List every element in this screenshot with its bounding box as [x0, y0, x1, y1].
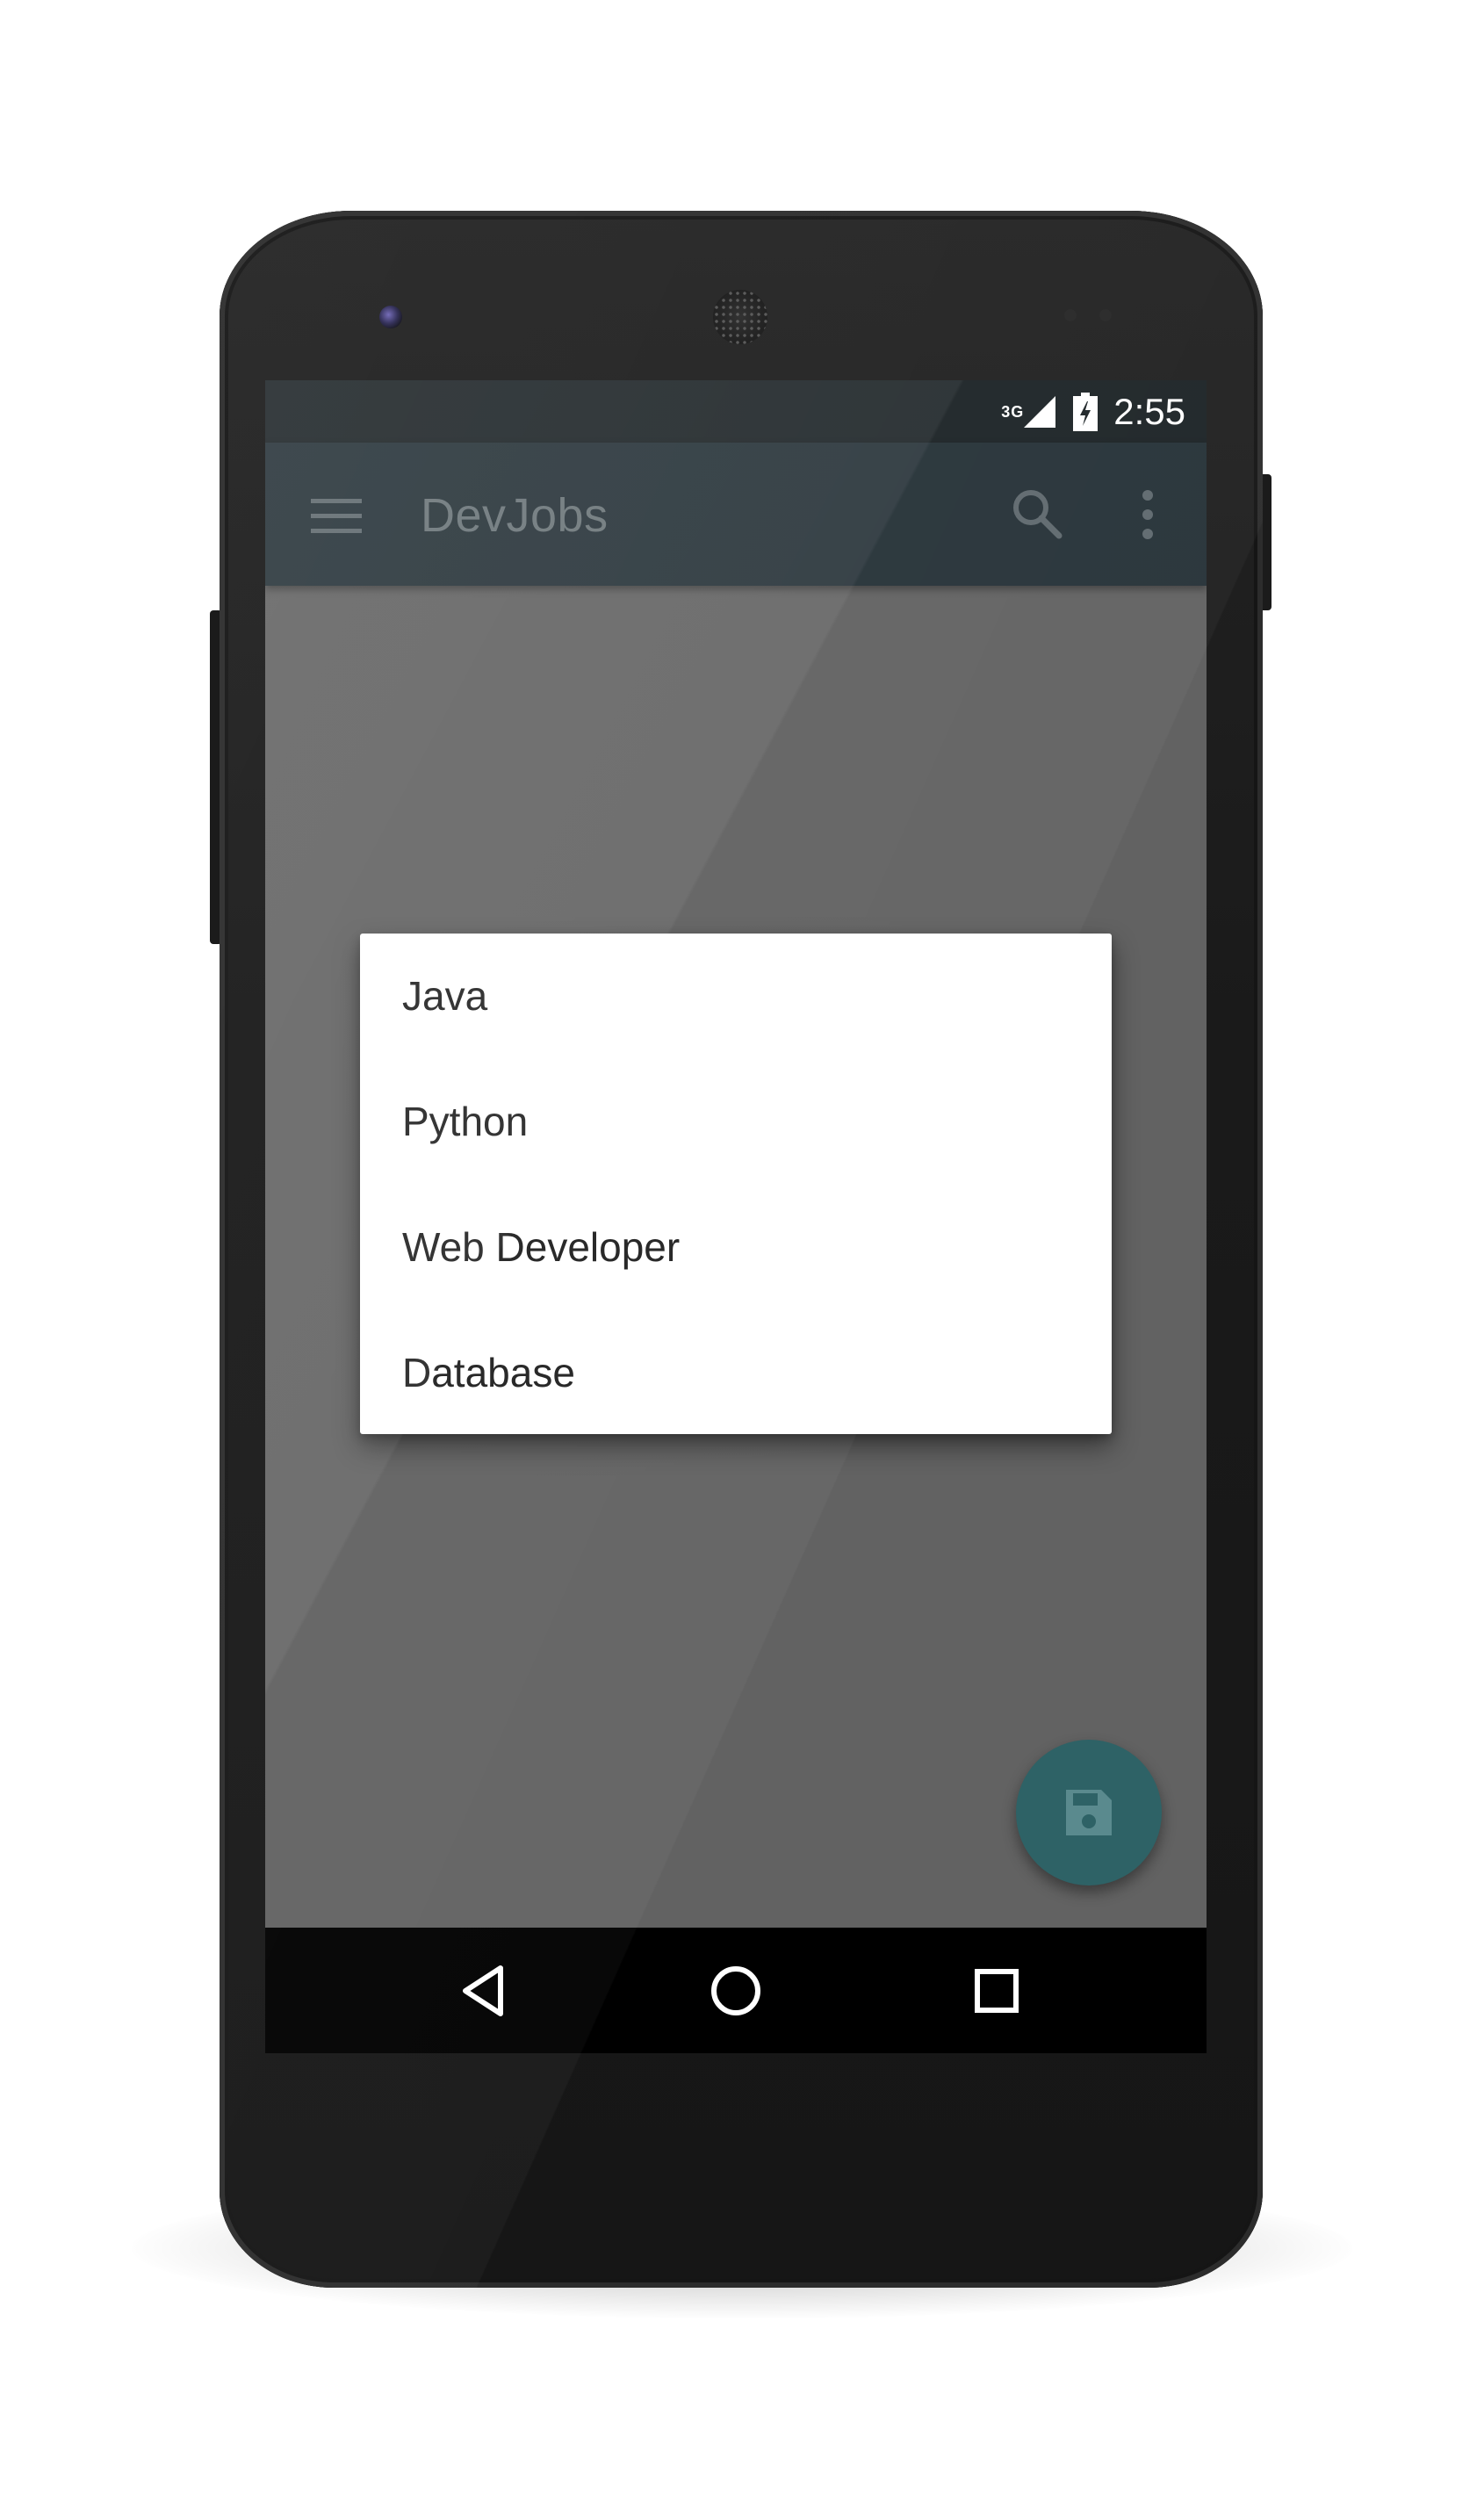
earpiece-speaker: [713, 290, 767, 344]
app-title: DevJobs: [421, 489, 609, 542]
phone-screen: 3G 2:55 DevJobs Java Python Web Develope…: [265, 380, 1207, 2053]
home-icon: [711, 1966, 760, 2015]
save-fab-button[interactable]: [1016, 1740, 1162, 1885]
dialog-item-database[interactable]: Database: [360, 1310, 1112, 1436]
dialog-item-label: Database: [402, 1350, 575, 1395]
home-button[interactable]: [704, 1959, 767, 2022]
more-vert-icon: [1142, 490, 1153, 539]
recents-button[interactable]: [965, 1959, 1028, 2022]
signal-indicator: 3G: [1001, 394, 1057, 429]
save-icon: [1066, 1790, 1112, 1835]
dialog-item-python[interactable]: Python: [360, 1059, 1112, 1185]
proximity-sensor: [1064, 309, 1077, 321]
network-type-label: 3G: [1001, 402, 1025, 421]
menu-icon: [311, 499, 362, 533]
signal-icon: [1024, 395, 1056, 428]
back-icon: [463, 1965, 503, 2016]
dialog-item-label: Web Developer: [402, 1224, 681, 1270]
navigation-bar: [265, 1928, 1207, 2053]
dialog-item-web-developer[interactable]: Web Developer: [360, 1185, 1112, 1310]
dialog-item-label: Java: [402, 973, 488, 1019]
light-sensor: [1099, 309, 1112, 321]
app-bar: DevJobs: [265, 443, 1207, 586]
battery-charging-icon: [1073, 392, 1099, 431]
front-camera: [379, 306, 402, 328]
recents-icon: [975, 1969, 1019, 2013]
search-button[interactable]: [1010, 487, 1066, 543]
search-icon: [1013, 490, 1063, 539]
dialog-item-java[interactable]: Java: [360, 934, 1112, 1059]
category-picker-dialog: Java Python Web Developer Database: [360, 934, 1112, 1434]
dialog-item-label: Python: [402, 1099, 529, 1144]
status-bar: 3G 2:55: [265, 380, 1207, 443]
menu-button[interactable]: [311, 490, 362, 541]
overflow-menu-button[interactable]: [1135, 487, 1161, 543]
status-time: 2:55: [1113, 390, 1185, 432]
back-button[interactable]: [455, 1959, 518, 2022]
